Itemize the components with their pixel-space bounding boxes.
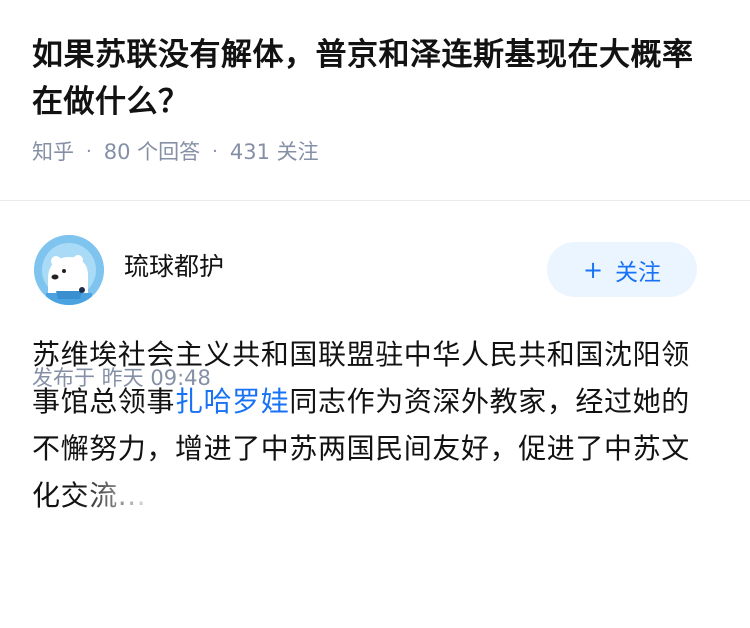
question-header: 如果苏联没有解体，普京和泽连斯基现在大概率在做什么？ 知乎 · 80 个回答 ·… [0, 0, 750, 200]
source-label[interactable]: 知乎 [32, 136, 74, 166]
meta-separator: · [212, 140, 218, 162]
question-title[interactable]: 如果苏联没有解体，普京和泽连斯基现在大概率在做什么？ [32, 32, 718, 126]
follower-count[interactable]: 431 关注 [230, 136, 319, 166]
meta-separator: · [86, 140, 92, 162]
follow-button[interactable]: + 关注 [547, 242, 697, 297]
answer-card: 琉球都护 + 关注 苏维埃社会主义共和国联盟驻中华人民共和国沈阳领事馆总领事扎哈… [0, 201, 750, 628]
polar-bear-avatar-icon [34, 235, 104, 305]
author-row: 琉球都护 + 关注 [32, 201, 718, 319]
author-name[interactable]: 琉球都护 [124, 247, 224, 283]
answer-text-faded: 交流... [60, 479, 147, 512]
avatar[interactable] [34, 235, 104, 305]
answer-count[interactable]: 80 个回答 [104, 136, 200, 166]
publish-time: 发布于 昨天 09:48 [32, 366, 211, 390]
follow-button-label: 关注 [615, 259, 662, 286]
question-meta: 知乎 · 80 个回答 · 431 关注 [32, 136, 718, 166]
plus-icon: + [582, 255, 604, 284]
answer-content[interactable]: 苏维埃社会主义共和国联盟驻中华人民共和国沈阳领事馆总领事扎哈罗娃同志作为资深外教… [32, 331, 718, 519]
